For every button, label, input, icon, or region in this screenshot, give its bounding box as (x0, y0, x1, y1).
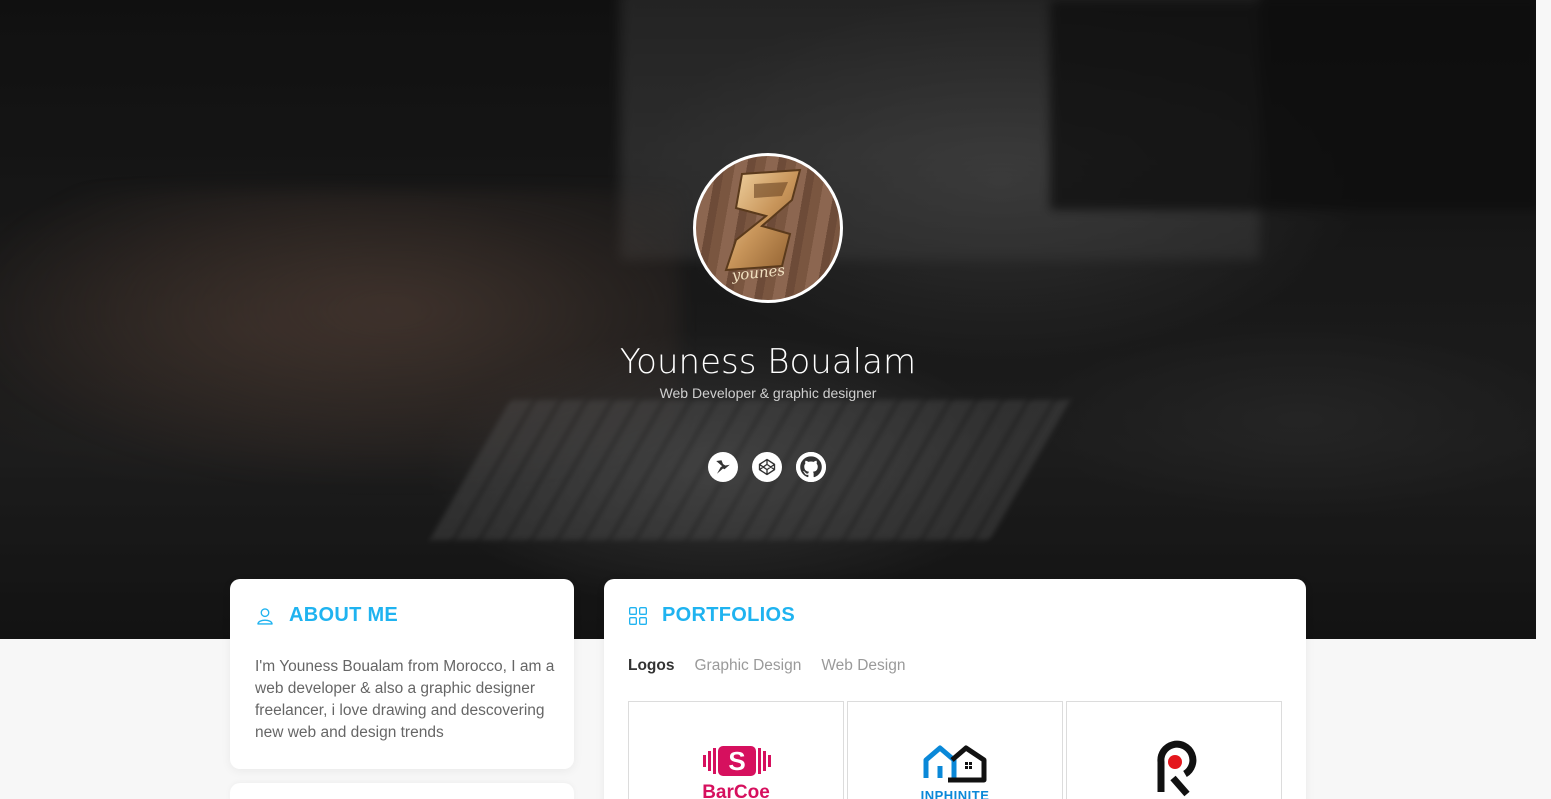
social-link-github[interactable] (796, 452, 826, 482)
portfolio-item-r-logo[interactable] (1066, 701, 1282, 799)
portfolio-item-label: INPHINITE (920, 788, 990, 799)
social-link-twitter[interactable] (708, 452, 738, 482)
tab-web-design[interactable]: Web Design (821, 657, 905, 675)
profile-tagline: Web Developer & graphic designer (659, 385, 877, 401)
hero-overlay (0, 0, 1536, 639)
avatar: younes (693, 153, 843, 303)
hero-background (0, 0, 1536, 639)
r-logo (1157, 740, 1197, 797)
user-icon (257, 607, 273, 625)
next-card-edge (230, 783, 574, 799)
grid-icon (629, 606, 647, 625)
tab-logos[interactable]: Logos (628, 657, 675, 675)
portfolio-item-label: BarCoe (702, 782, 770, 799)
about-heading: ABOUT ME (255, 604, 398, 627)
portfolio-item-inphinite[interactable]: INPHINITE (847, 701, 1063, 799)
about-title: ABOUT ME (289, 604, 399, 626)
portfolio-tabs: Logos Graphic Design Web Design (628, 657, 905, 675)
about-card: ABOUT ME I'm Youness Boualam from Morocc… (230, 579, 574, 769)
portfolios-card: PORTFOLIOS Logos Graphic Design Web Desi… (604, 579, 1306, 799)
hummingbird-icon (716, 460, 730, 474)
avatar-logo: younes (724, 168, 802, 285)
profile-name: Youness Boualam (619, 342, 917, 382)
tab-graphic-design[interactable]: Graphic Design (695, 657, 802, 675)
portfolios-title: PORTFOLIOS (662, 604, 795, 626)
social-link-codepen[interactable] (752, 452, 782, 482)
portfolio-grid: S BarCoe INPHINITE (628, 701, 1282, 799)
portfolios-heading: PORTFOLIOS (628, 604, 795, 627)
svg-text:S: S (728, 746, 745, 776)
inphinite-logo (923, 745, 987, 783)
github-icon (796, 452, 826, 482)
portfolio-item-barcoe[interactable]: S BarCoe (628, 701, 844, 799)
codepen-icon (758, 458, 776, 476)
social-links (708, 452, 826, 482)
about-text: I'm Youness Boualam from Morocco, I am a… (255, 658, 555, 741)
